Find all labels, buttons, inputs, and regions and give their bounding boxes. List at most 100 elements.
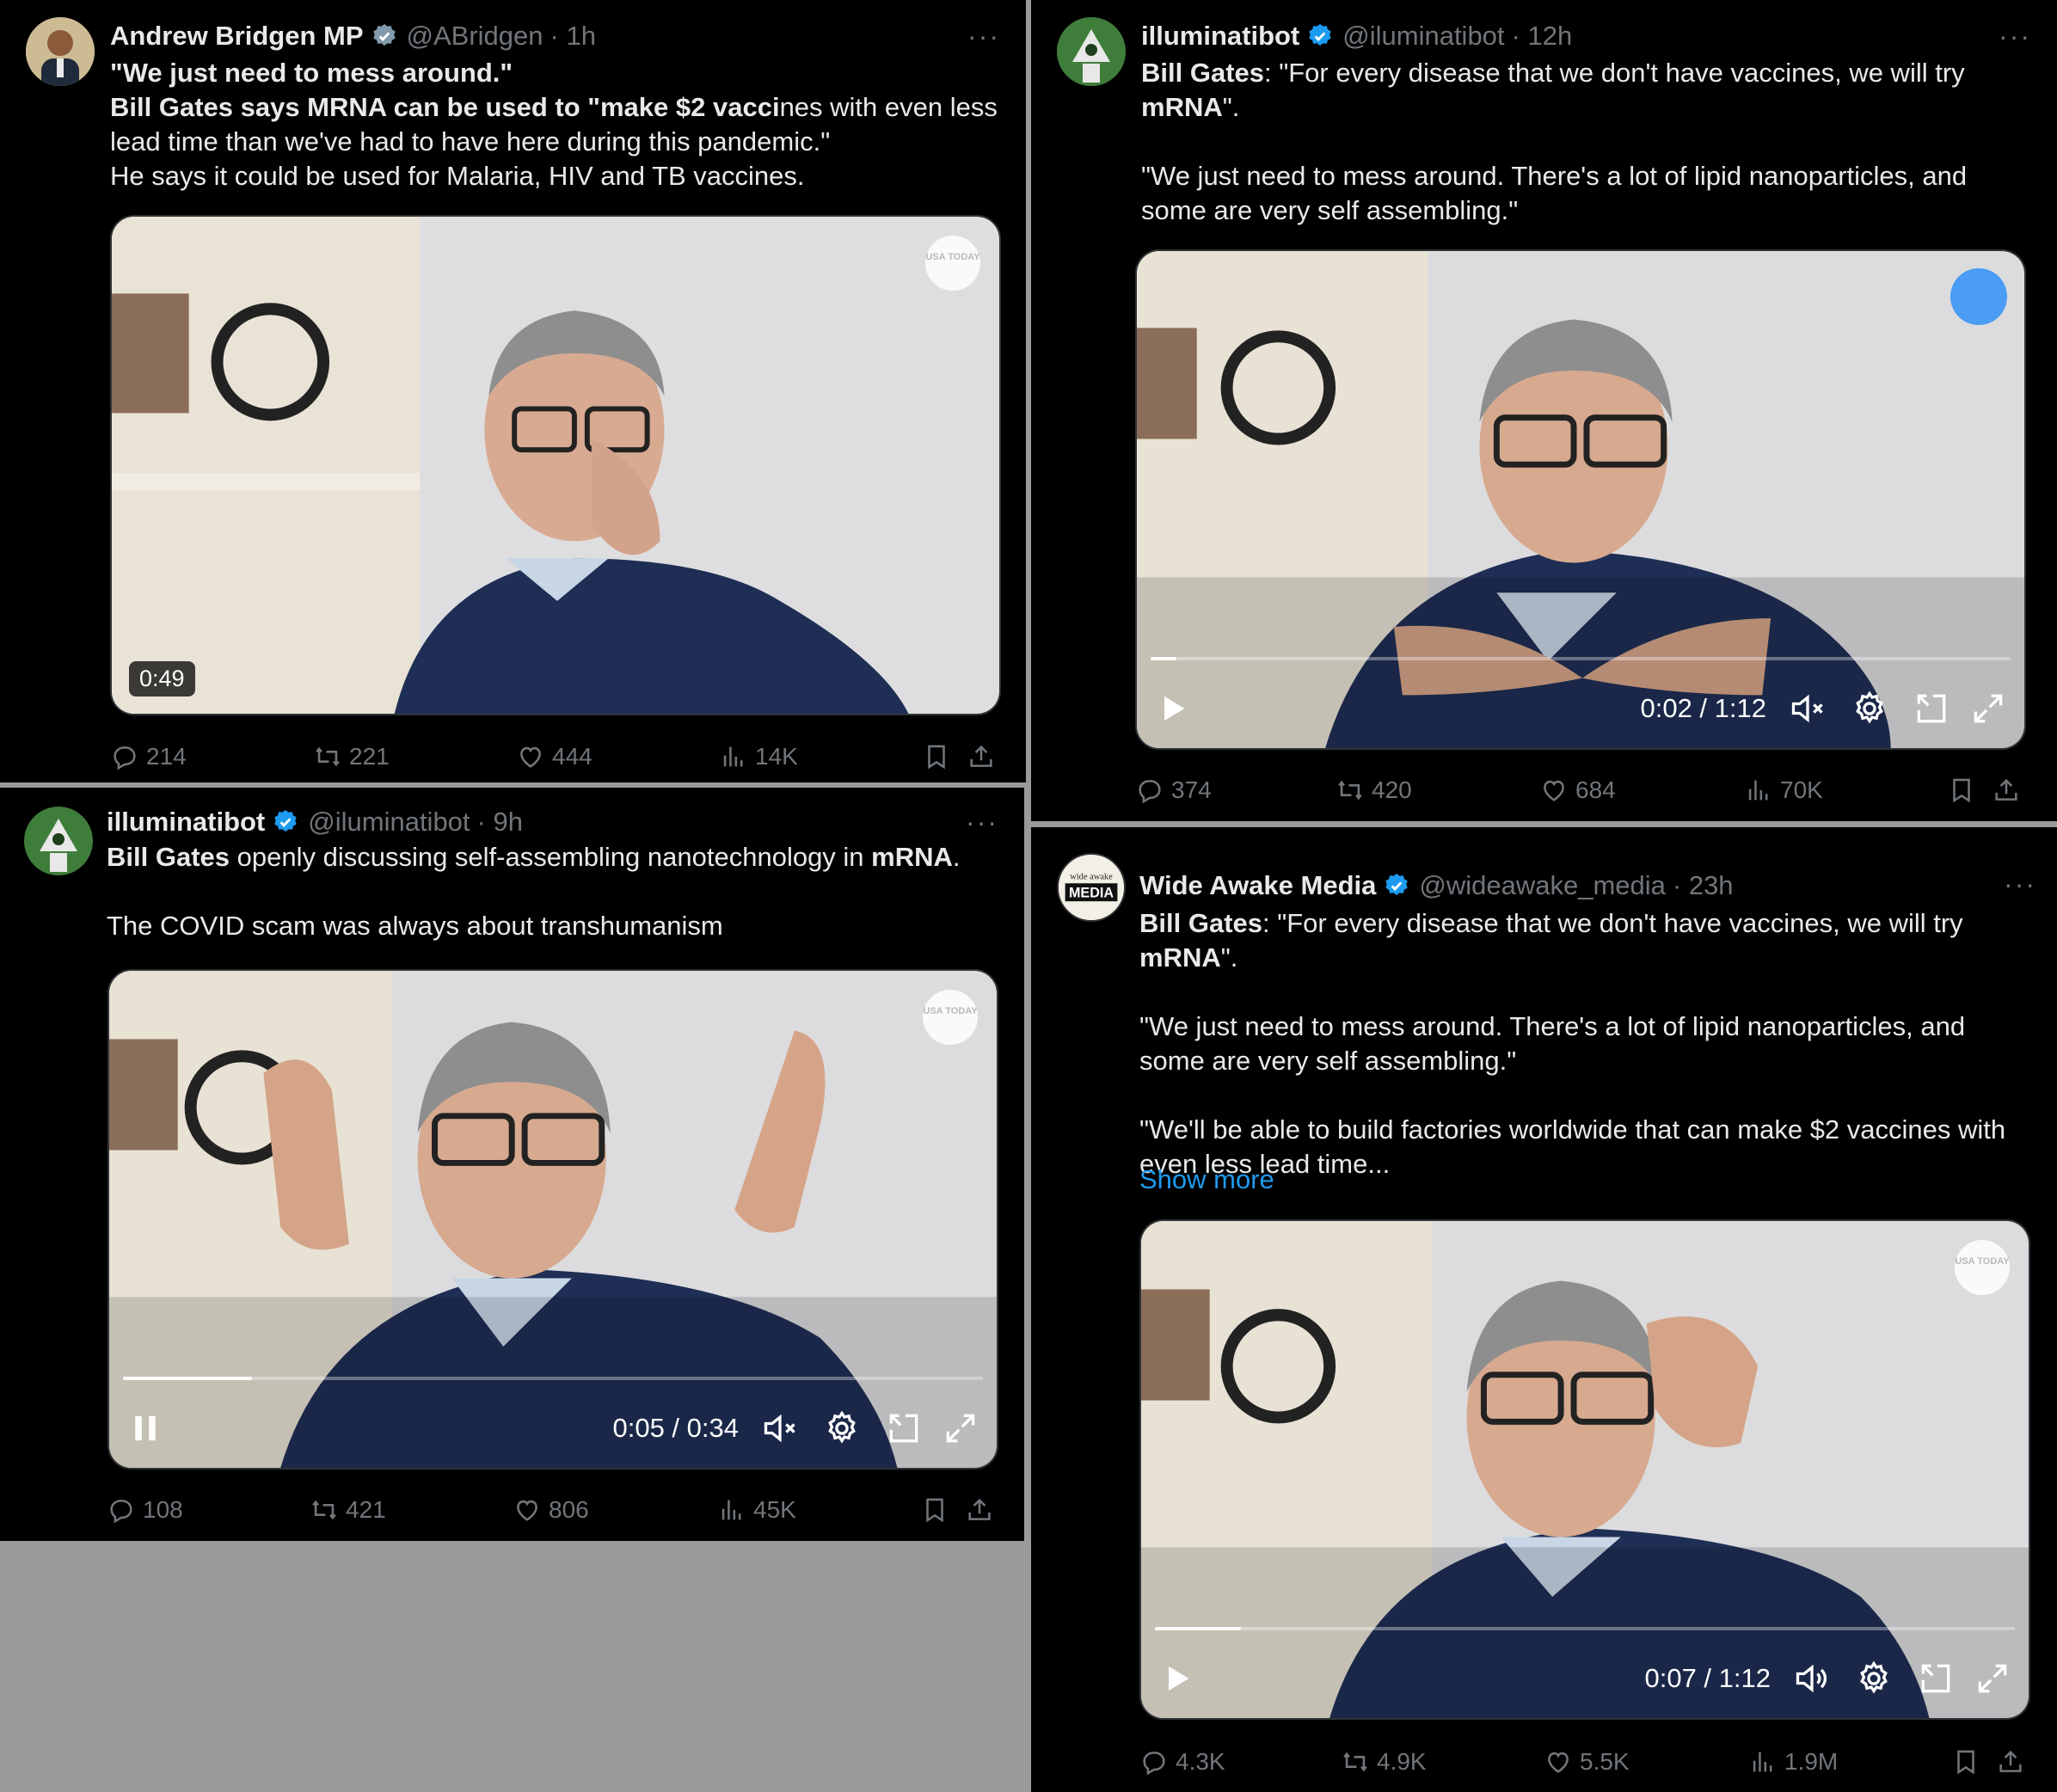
avatar[interactable] — [24, 807, 93, 875]
share-button[interactable] — [1996, 1743, 2025, 1781]
tweet-text: "We just need to mess around." Bill Gates… — [110, 56, 1002, 193]
reply-count: 214 — [146, 743, 187, 770]
tweet-wide-awake-media[interactable]: wide awake MEDIA Wide Awake Media @widea… — [1031, 827, 2057, 1792]
gear-icon[interactable] — [1851, 690, 1888, 727]
tweet-text-run: . — [952, 842, 961, 872]
retweet-icon — [316, 746, 340, 767]
more-icon[interactable]: ··· — [1999, 21, 2031, 52]
author-name[interactable]: illuminatibot — [107, 807, 265, 838]
bookmark-button[interactable] — [922, 738, 951, 776]
avatar[interactable] — [1057, 17, 1126, 86]
tweet-text-line: He says it could be used for Malaria, HI… — [110, 159, 1002, 193]
pip-icon[interactable] — [1913, 690, 1950, 727]
mute-icon[interactable] — [761, 1409, 799, 1447]
avatar[interactable]: wide awake MEDIA — [1057, 853, 1126, 922]
pip-icon[interactable] — [885, 1409, 923, 1447]
tweet-text-line: lead time than we've had to have here du… — [110, 125, 1002, 159]
views-button[interactable]: 14K — [719, 738, 798, 776]
fullscreen-icon[interactable] — [1969, 690, 2007, 727]
share-icon — [1995, 778, 2017, 801]
more-icon[interactable]: ··· — [967, 21, 1000, 52]
show-more-link[interactable]: Show more — [1139, 1163, 2033, 1197]
tweet-time[interactable]: · 1h — [550, 21, 596, 52]
tweet-header: illuminatibot @iluminatibot · 9h — [107, 805, 998, 839]
gear-icon[interactable] — [1855, 1660, 1893, 1697]
retweet-button[interactable]: 421 — [310, 1491, 386, 1529]
video-player[interactable]: USA TODAY 0:07 / 1:12 — [1139, 1219, 2030, 1720]
video-time: 0:07 / 1:12 — [1644, 1663, 1771, 1693]
author-handle[interactable]: @ABridgen — [407, 21, 543, 52]
share-icon — [968, 1498, 991, 1520]
gear-icon[interactable] — [823, 1409, 861, 1447]
tweet-time[interactable]: · 12h — [1512, 21, 1573, 52]
like-button[interactable]: 806 — [513, 1491, 589, 1529]
reply-button[interactable]: 374 — [1135, 771, 1212, 809]
pause-icon[interactable] — [128, 1411, 163, 1445]
tweet-actions: 4.3K 4.9K 5.5K 1.9M — [1139, 1743, 2031, 1781]
tweet-text-run: : "For every disease that we don't have … — [1262, 908, 1963, 938]
video-player[interactable]: USA TODAY 0:49 — [110, 215, 1001, 715]
tweet-illuminatibot-1[interactable]: illuminatibot @iluminatibot · 12h ··· Bi… — [1031, 0, 2057, 821]
pip-icon[interactable] — [1917, 1660, 1955, 1697]
tweet-text-bold: Bill Gates says MRNA can be used to "mak… — [110, 92, 780, 122]
author-handle[interactable]: @iluminatibot — [1342, 21, 1504, 52]
tweet-paragraph: Bill Gates openly discussing self-assemb… — [107, 840, 1000, 875]
video-progress-bar[interactable] — [1155, 1627, 2015, 1630]
bookmark-button[interactable] — [1947, 771, 1976, 809]
retweet-button[interactable]: 221 — [313, 738, 390, 776]
tweet-header: Wide Awake Media @wideawake_media · 23h — [1139, 868, 2031, 903]
video-progress-fill — [1151, 657, 1176, 660]
reply-button[interactable]: 214 — [110, 738, 187, 776]
play-icon[interactable] — [1160, 1661, 1194, 1696]
share-icon — [970, 745, 992, 767]
like-button[interactable]: 444 — [516, 738, 593, 776]
tweet-time[interactable]: · 9h — [477, 807, 523, 838]
like-icon — [1548, 1752, 1569, 1773]
mute-icon[interactable] — [1789, 690, 1827, 727]
video-progress-bar[interactable] — [123, 1377, 983, 1380]
play-icon[interactable] — [1156, 691, 1190, 726]
bookmark-button[interactable] — [920, 1491, 949, 1529]
tweet-actions: 108 421 806 45K — [107, 1491, 998, 1529]
retweet-button[interactable]: 420 — [1336, 771, 1412, 809]
share-button[interactable] — [965, 1491, 994, 1529]
usa-today-logo: USA TODAY — [925, 236, 980, 291]
author-name[interactable]: Andrew Bridgen MP — [110, 21, 364, 52]
author-name[interactable]: illuminatibot — [1141, 21, 1299, 52]
tweet-time[interactable]: · 23h — [1673, 870, 1734, 901]
retweet-button[interactable]: 4.9K — [1341, 1743, 1427, 1781]
tweet-illuminatibot-2[interactable]: illuminatibot @iluminatibot · 9h ··· Bil… — [0, 788, 1024, 1541]
bookmark-button[interactable] — [1951, 1743, 1980, 1781]
tweet-text-run: ". — [1222, 92, 1240, 122]
reply-button[interactable]: 108 — [107, 1491, 183, 1529]
avatar[interactable] — [26, 17, 95, 86]
show-more-label[interactable]: Show more — [1139, 1164, 1274, 1194]
video-player[interactable]: USA TODAY 0:05 / 0:34 — [107, 969, 998, 1470]
like-button[interactable]: 5.5K — [1544, 1743, 1630, 1781]
tweet-andrew-bridgen[interactable]: Andrew Bridgen MP @ABridgen · 1h ··· "We… — [0, 0, 1026, 782]
author-handle[interactable]: @iluminatibot — [308, 807, 470, 838]
author-handle[interactable]: @wideawake_media — [1419, 870, 1666, 901]
more-icon[interactable]: ··· — [2004, 868, 2036, 900]
usa-today-logo: USA TODAY — [1955, 1240, 2010, 1295]
video-progress-fill — [1155, 1627, 1241, 1630]
views-button[interactable]: 45K — [717, 1491, 796, 1529]
share-button[interactable] — [1992, 771, 2021, 809]
like-button[interactable]: 684 — [1539, 771, 1616, 809]
volume-icon[interactable] — [1793, 1660, 1831, 1697]
tweet-text-run: nes with even less — [779, 92, 998, 122]
video-progress-bar[interactable] — [1151, 657, 2011, 660]
reply-icon — [1143, 1752, 1165, 1776]
reply-button[interactable]: 4.3K — [1139, 1743, 1225, 1781]
views-button[interactable]: 70K — [1744, 771, 1823, 809]
author-name[interactable]: Wide Awake Media — [1139, 870, 1376, 901]
tweet-text-bold: Bill Gates — [107, 842, 230, 872]
fullscreen-icon[interactable] — [1974, 1660, 2011, 1697]
share-button[interactable] — [967, 738, 996, 776]
views-button[interactable]: 1.9M — [1748, 1743, 1838, 1781]
fullscreen-icon[interactable] — [942, 1409, 979, 1447]
verified-badge-icon — [274, 810, 297, 832]
video-player[interactable]: 0:02 / 1:12 — [1135, 249, 2026, 750]
more-icon[interactable]: ··· — [966, 807, 998, 838]
views-icon — [1748, 780, 1768, 801]
